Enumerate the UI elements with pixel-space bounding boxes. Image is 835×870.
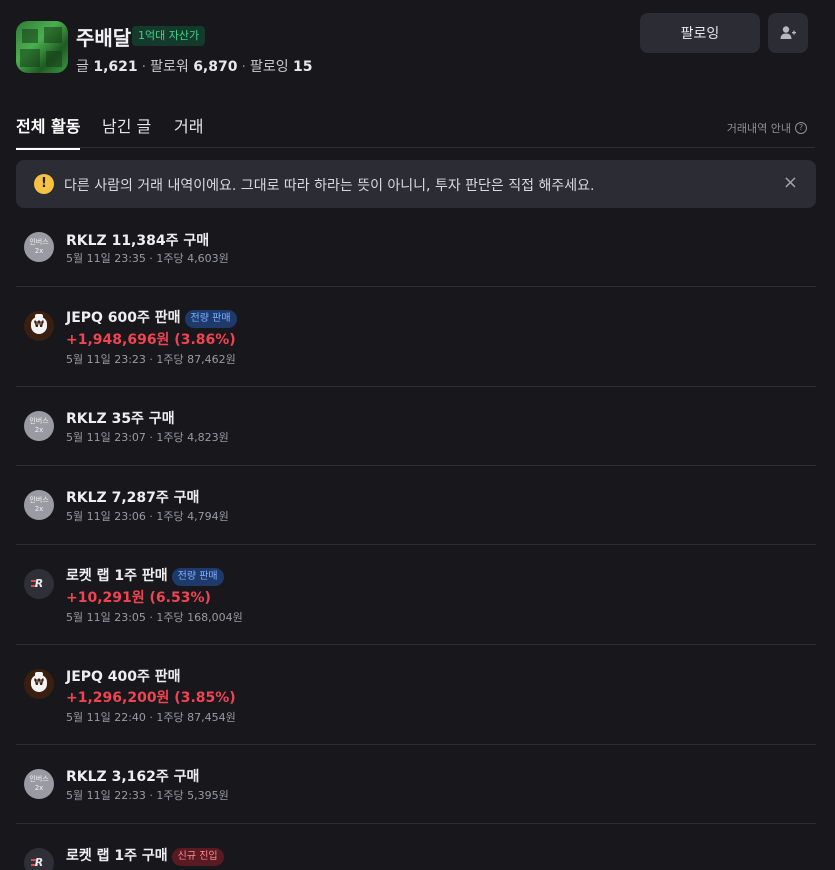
tab-all-activity[interactable]: 전체 활동: [16, 113, 81, 150]
inverse-2x-icon: 인버스 2x: [24, 490, 54, 520]
profile-stats: 글 1,621 · 팔로워 6,870 · 팔로잉 15: [76, 59, 313, 75]
trade-title: RKLZ 35주 구매: [66, 411, 175, 427]
status-badge: 전량 판매: [184, 310, 237, 328]
trade-profit: +10,291원 (6.53%): [66, 590, 211, 606]
list-item[interactable]: 인버스 2x RKLZ 3,162주 구매 5월 11일 22:33 · 1주당 …: [16, 745, 816, 824]
trade-title: RKLZ 3,162주 구매: [66, 769, 200, 785]
list-item[interactable]: 인버스 2x RKLZ 35주 구매 5월 11일 23:07 · 1주당 4,8…: [16, 387, 816, 466]
money-bag-icon: ₩: [24, 311, 54, 341]
list-item[interactable]: ₩ JEPQ 400주 판매 +1,296,200원 (3.85%) 5월 11…: [16, 645, 816, 745]
tab-trades[interactable]: 거래: [174, 113, 203, 147]
following-count[interactable]: 15: [293, 59, 312, 75]
trade-meta: 5월 11일 23:07 · 1주당 4,823원: [66, 431, 229, 444]
user-options-button[interactable]: [768, 13, 808, 53]
warning-icon: !: [34, 174, 54, 194]
following-label: 팔로잉: [249, 59, 289, 75]
trade-list: 인버스 2x RKLZ 11,384주 구매 5월 11일 23:35 · 1주당…: [16, 208, 816, 870]
guide-label: 거래내역 안내: [726, 122, 791, 135]
notice-banner: ! 다른 사람의 거래 내역이에요. 그대로 따라 하라는 뜻이 아니니, 투자…: [16, 160, 816, 208]
trade-profit: +1,948,696원 (3.86%): [66, 332, 236, 348]
inverse-2x-icon: 인버스 2x: [24, 411, 54, 441]
notice-text: 다른 사람의 거래 내역이에요. 그대로 따라 하라는 뜻이 아니니, 투자 판…: [64, 178, 595, 194]
trade-meta: 5월 11일 22:33 · 1주당 5,395원: [66, 789, 229, 802]
trade-title: RKLZ 11,384주 구매: [66, 233, 210, 249]
list-item[interactable]: 인버스 2x RKLZ 7,287주 구매 5월 11일 23:06 · 1주당 …: [16, 466, 816, 545]
posts-label: 글: [76, 59, 89, 75]
trade-meta: 5월 11일 23:05 · 1주당 168,004원: [66, 611, 243, 624]
asset-badge: 1억대 자산가: [132, 26, 206, 46]
trade-meta: 5월 11일 23:35 · 1주당 4,603원: [66, 252, 229, 265]
activity-tabs: 전체 활동 남긴 글 거래 거래내역 안내 ?: [16, 110, 815, 150]
followers-label: 팔로워: [150, 59, 189, 75]
profile-header: 주배달 1억대 자산가 글 1,621 · 팔로워 6,870 · 팔로잉 15 팔로잉: [16, 13, 808, 76]
user-add-icon: [780, 26, 796, 39]
avatar[interactable]: [16, 21, 68, 73]
question-icon: ?: [795, 122, 807, 134]
posts-count[interactable]: 1,621: [93, 59, 137, 75]
profile-name: 주배달: [76, 26, 132, 50]
trade-title: JEPQ 400주 판매: [66, 669, 181, 685]
list-item[interactable]: 인버스 2x RKLZ 11,384주 구매 5월 11일 23:35 · 1주당…: [16, 208, 816, 287]
trade-history-guide[interactable]: 거래내역 안내 ?: [727, 120, 807, 136]
list-item[interactable]: ₩ JEPQ 600주 판매 전량 판매 +1,948,696원 (3.86%) …: [16, 287, 816, 387]
status-badge: 전량 판매: [171, 568, 224, 586]
rocket-lab-icon: R: [24, 848, 54, 870]
list-item[interactable]: R 로켓 랩 1주 판매 전량 판매 +10,291원 (6.53%) 5월 11…: [16, 545, 816, 645]
close-icon[interactable]: ×: [783, 173, 798, 193]
following-button[interactable]: 팔로잉: [640, 13, 760, 53]
list-item[interactable]: R 로켓 랩 1주 구매 신규 진입: [16, 824, 816, 870]
trade-meta: 5월 11일 23:06 · 1주당 4,794원: [66, 510, 229, 523]
rocket-lab-icon: R: [24, 569, 54, 599]
trade-title: 로켓 랩 1주 판매 전량 판매: [66, 565, 224, 586]
trade-meta: 5월 11일 23:23 · 1주당 87,462원: [66, 353, 236, 366]
trade-title: 로켓 랩 1주 구매 신규 진입: [66, 845, 224, 866]
followers-count[interactable]: 6,870: [193, 59, 237, 75]
trade-title: JEPQ 600주 판매 전량 판매: [66, 307, 237, 328]
money-bag-icon: ₩: [24, 669, 54, 699]
status-badge: 신규 진입: [171, 848, 224, 866]
tab-posts[interactable]: 남긴 글: [102, 113, 151, 147]
inverse-2x-icon: 인버스 2x: [24, 769, 54, 799]
trade-title: RKLZ 7,287주 구매: [66, 490, 200, 506]
inverse-2x-icon: 인버스 2x: [24, 232, 54, 262]
trade-meta: 5월 11일 22:40 · 1주당 87,454원: [66, 711, 236, 724]
trade-profit: +1,296,200원 (3.85%): [66, 690, 236, 706]
profile-page: 주배달 1억대 자산가 글 1,621 · 팔로워 6,870 · 팔로잉 15 팔로잉…: [0, 0, 835, 870]
